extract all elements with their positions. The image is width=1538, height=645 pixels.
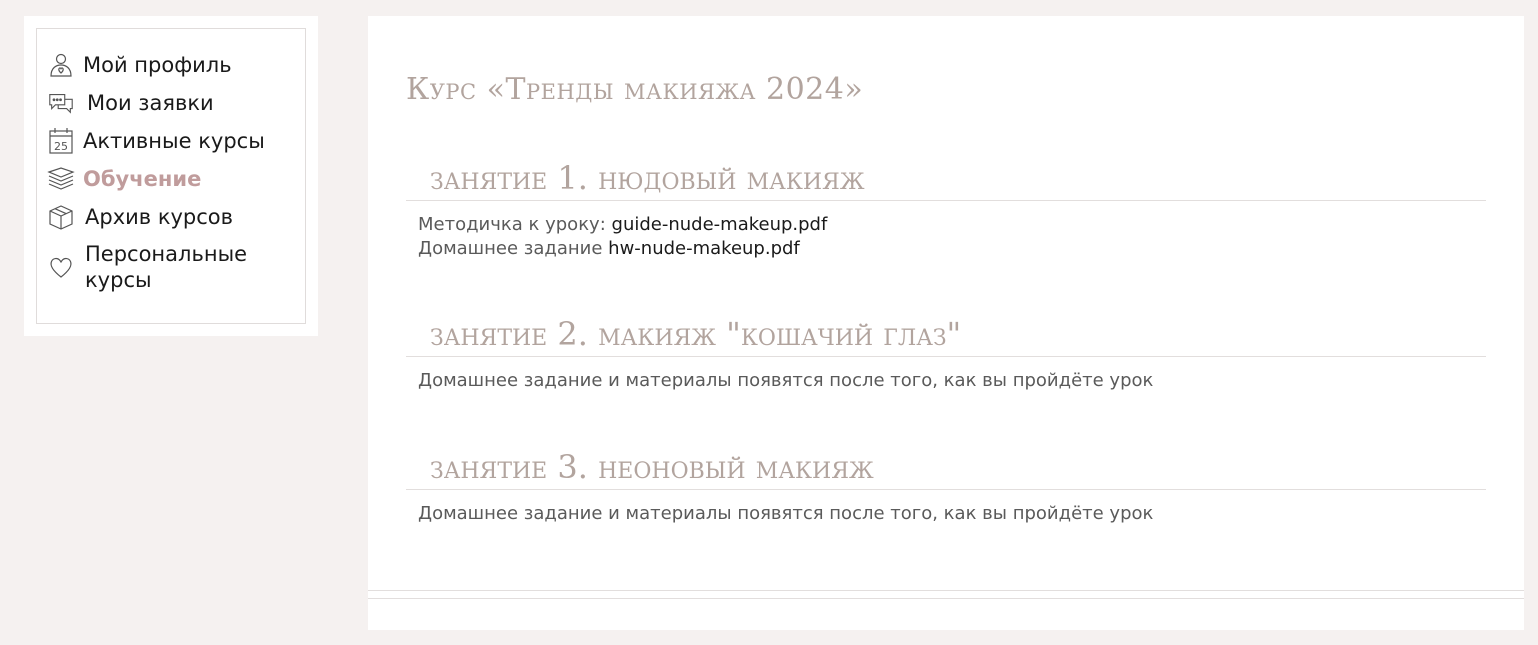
- homework-label: Домашнее задание: [418, 238, 603, 259]
- page-title: Курс «Тренды макияжа 2024»: [406, 72, 864, 107]
- sidebar-item-archive[interactable]: Архив курсов: [47, 203, 295, 231]
- main-content: Курс «Тренды макияжа 2024» Занятие 1. Ню…: [368, 16, 1524, 630]
- divider: [368, 598, 1524, 599]
- guide-label: Методичка к уроку:: [418, 214, 606, 235]
- calendar-icon: 25: [47, 127, 75, 155]
- sidebar-item-label: Мои заявки: [87, 91, 214, 115]
- sidebar-item-requests[interactable]: Мои заявки: [47, 89, 295, 117]
- sidebar: Мой профиль Мои заявки 25 Активные курсы…: [24, 16, 318, 336]
- lesson-title: Занятие 1. Нюдовый макияж: [430, 159, 865, 197]
- sidebar-item-label: Активные курсы: [83, 129, 265, 153]
- lesson-note: Домашнее задание и материалы появятся по…: [418, 370, 1154, 391]
- box-icon: [47, 203, 75, 231]
- lesson-title: Занятие 2. Макияж "кошачий глаз": [430, 315, 962, 353]
- books-stack-icon: [47, 165, 75, 193]
- homework-link[interactable]: hw-nude-makeup.pdf: [608, 238, 800, 259]
- sidebar-item-learning[interactable]: Обучение: [47, 165, 295, 193]
- sidebar-item-label: Архив курсов: [85, 205, 234, 229]
- heart-icon: [47, 253, 75, 281]
- footer-divider: [368, 590, 1524, 599]
- lesson-note: Домашнее задание и материалы появятся по…: [418, 503, 1154, 524]
- lesson-materials: Методичка к уроку: guide-nude-makeup.pdf…: [406, 201, 1486, 261]
- sidebar-item-label: Мой профиль: [83, 53, 232, 77]
- lesson-1: Занятие 1. Нюдовый макияж Методичка к ур…: [406, 156, 1486, 261]
- sidebar-item-label: Персональные курсы: [85, 242, 248, 292]
- sidebar-item-active-courses[interactable]: 25 Активные курсы: [47, 127, 295, 155]
- lesson-3: Занятие 3. Неоновый макияж Домашнее зада…: [406, 445, 1486, 526]
- guide-link[interactable]: guide-nude-makeup.pdf: [612, 214, 828, 235]
- sidebar-menu: Мой профиль Мои заявки 25 Активные курсы…: [36, 28, 306, 324]
- sidebar-item-profile[interactable]: Мой профиль: [47, 51, 295, 79]
- chat-bubbles-icon: [47, 89, 75, 117]
- sidebar-item-personal-courses[interactable]: Персональные курсы: [47, 241, 295, 293]
- lesson-2: Занятие 2. Макияж "кошачий глаз" Домашне…: [406, 312, 1486, 393]
- user-heart-icon: [47, 51, 75, 79]
- sidebar-item-label: Обучение: [83, 167, 202, 191]
- divider: [368, 590, 1524, 591]
- svg-text:25: 25: [54, 140, 68, 153]
- lesson-title: Занятие 3. Неоновый макияж: [430, 448, 874, 486]
